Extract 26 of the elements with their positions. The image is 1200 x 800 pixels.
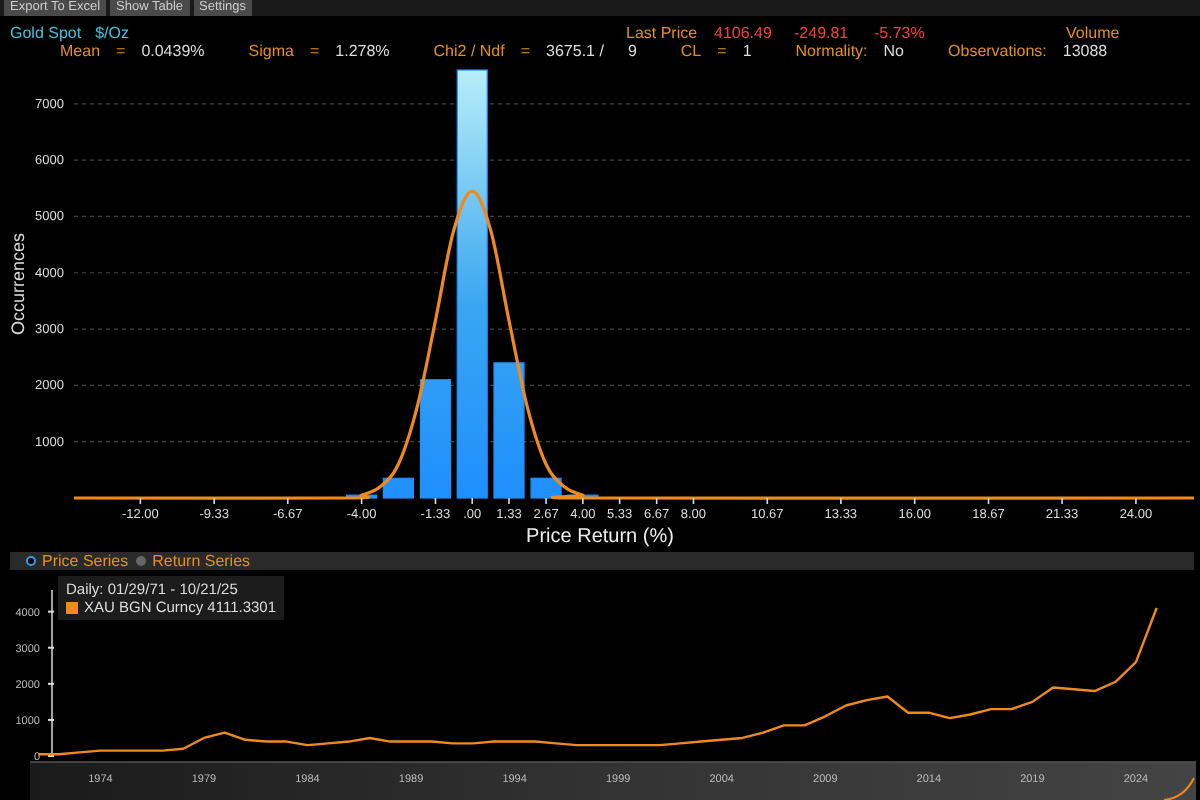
stat-value: 1 [742, 42, 754, 60]
equals-sign: = [717, 42, 729, 60]
stat-label: CL [680, 42, 704, 60]
stat-label: Normality: [795, 42, 870, 60]
stat-value: 13088 [1062, 42, 1110, 60]
stat-label: Chi2 / Ndf [433, 42, 507, 60]
volume-label: Volume [1066, 23, 1120, 42]
x-axis-title: Price Return (%) [526, 526, 674, 548]
equals-sign: = [520, 42, 533, 60]
last-price-label: Last Price [626, 23, 700, 42]
stat-value: 0.0439% [141, 42, 207, 60]
y-axis-title: Occurrences [8, 232, 28, 336]
security-name: Gold Spot [10, 23, 82, 42]
stat-value: 3675.1 / [546, 42, 606, 60]
stat-label: Observations: [948, 42, 1049, 60]
stat-value: No [883, 42, 907, 60]
equals-sign: = [116, 42, 128, 60]
stat-value: 9 [627, 42, 639, 60]
price-change: -249.81 [794, 23, 851, 42]
stat-value: 1.278% [335, 42, 392, 60]
equals-sign: = [309, 42, 322, 60]
price-change-percent: -5.73% [874, 23, 927, 42]
last-price-value: 4106.49 [714, 23, 774, 42]
stat-label: Sigma [248, 42, 296, 60]
unit-label: $/Oz [95, 23, 129, 42]
stat-label: Mean [60, 42, 103, 60]
